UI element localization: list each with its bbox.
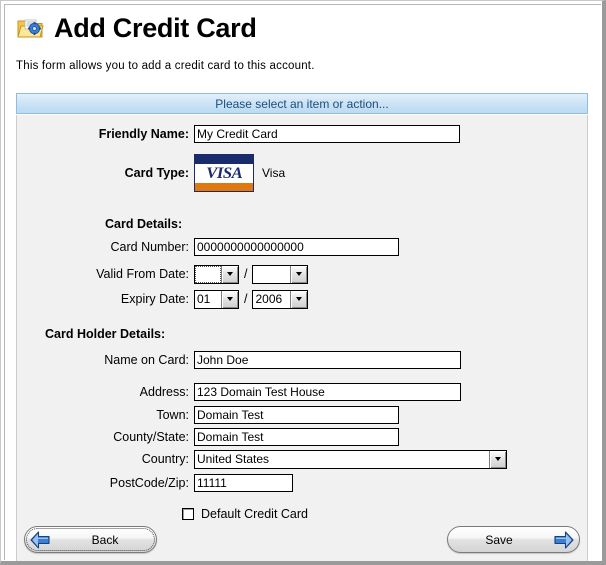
default-credit-card-checkbox[interactable]	[182, 508, 194, 520]
town-label: Town:	[156, 408, 189, 422]
chevron-down-icon[interactable]	[489, 450, 506, 468]
postcode-input[interactable]: 11111	[194, 474, 293, 492]
row-county-state: County/State: Domain Test	[17, 426, 587, 448]
country-label: Country:	[141, 452, 189, 466]
add-credit-card-window: Add Credit Card This form allows you to …	[0, 0, 606, 565]
row-card-number: Card Number: 0000000000000000	[17, 236, 587, 258]
chevron-down-icon[interactable]	[290, 265, 308, 283]
expiry-date-label: Expiry Date:	[120, 292, 189, 306]
visa-logo-icon: VISA	[194, 154, 254, 192]
friendly-name-label: Friendly Name:	[98, 127, 189, 141]
arrow-left-icon	[28, 529, 54, 551]
window-inner: Add Credit Card This form allows you to …	[4, 4, 601, 561]
back-button-label: Back	[91, 532, 119, 547]
status-banner: Please select an item or action...	[16, 93, 588, 114]
visa-logo-text: VISA	[206, 164, 242, 182]
name-on-card-label: Name on Card:	[104, 353, 189, 367]
row-name-on-card: Name on Card: John Doe	[17, 349, 587, 371]
town-input[interactable]: Domain Test	[194, 406, 399, 424]
form-panel: Friendly Name: My Credit Card Card Type:…	[16, 115, 588, 521]
valid-from-year-select[interactable]	[252, 264, 309, 284]
card-type-label: Card Type:	[124, 166, 189, 180]
row-valid-from-date: Valid From Date: /	[17, 263, 587, 285]
visa-logo-top-bar	[195, 155, 253, 164]
county-state-input[interactable]: Domain Test	[194, 428, 399, 446]
expiry-separator: /	[244, 292, 248, 306]
card-number-input[interactable]: 0000000000000000	[194, 238, 399, 256]
card-number-label: Card Number:	[110, 240, 190, 254]
save-button-label: Save	[485, 532, 513, 547]
default-credit-card-label: Default Credit Card	[201, 507, 308, 521]
country-value: United States	[197, 452, 270, 466]
row-card-type: Card Type: VISA Visa	[17, 153, 587, 193]
friendly-name-input[interactable]: My Credit Card	[194, 125, 460, 143]
row-address: Address: 123 Domain Test House	[17, 381, 587, 403]
row-town: Town: Domain Test	[17, 404, 587, 426]
address-label: Address:	[139, 385, 189, 399]
card-details-heading: Card Details:	[105, 217, 183, 231]
chevron-down-icon[interactable]	[290, 290, 308, 308]
title-row: Add Credit Card	[17, 15, 257, 42]
row-friendly-name: Friendly Name: My Credit Card	[17, 123, 587, 145]
visa-logo-bottom-bar	[195, 183, 253, 191]
row-postcode: PostCode/Zip: 11111	[17, 472, 587, 494]
back-button[interactable]: Back	[24, 526, 157, 553]
postcode-label: PostCode/Zip:	[109, 476, 189, 490]
address-input[interactable]: 123 Domain Test House	[194, 383, 461, 401]
county-state-label: County/State:	[113, 430, 189, 444]
row-expiry-date: Expiry Date: 01 / 2006	[17, 288, 587, 310]
card-type-value: Visa	[262, 166, 286, 180]
arrow-right-icon	[550, 529, 576, 551]
valid-from-date-label: Valid From Date:	[96, 267, 189, 281]
chevron-down-icon[interactable]	[221, 265, 238, 283]
chevron-down-icon[interactable]	[221, 290, 238, 308]
save-button[interactable]: Save	[447, 526, 580, 553]
valid-from-separator: /	[244, 267, 248, 281]
status-banner-text: Please select an item or action...	[215, 96, 389, 111]
page-subtitle: This form allows you to add a credit car…	[16, 60, 315, 72]
visa-logo-wordmark: VISA	[195, 164, 253, 183]
country-select[interactable]: United States	[194, 449, 507, 469]
page-header: Add Credit Card This form allows you to …	[5, 5, 601, 87]
footer-button-bar: Back Save	[16, 520, 588, 561]
row-country: Country: United States	[17, 448, 587, 470]
expiry-month-select[interactable]: 01	[194, 289, 239, 309]
folder-settings-icon	[17, 17, 45, 41]
page-title: Add Credit Card	[54, 13, 257, 43]
card-holder-details-heading: Card Holder Details:	[45, 327, 166, 341]
name-on-card-input[interactable]: John Doe	[194, 351, 461, 369]
valid-from-month-select[interactable]	[194, 264, 239, 284]
expiry-year-select[interactable]: 2006	[252, 289, 309, 309]
